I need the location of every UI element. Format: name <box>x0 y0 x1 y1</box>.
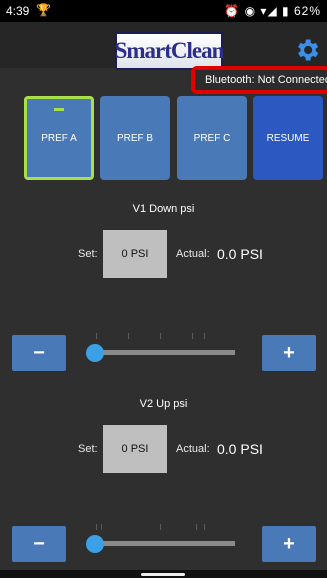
trophy-icon: 🏆 <box>36 3 51 17</box>
battery-percent: 62% <box>293 4 321 18</box>
v2-setting-row: Set: 0 PSI Actual: 0.0 PSI <box>0 425 327 473</box>
app-logo: SmartClean <box>115 32 224 70</box>
v1-slider-tick <box>160 333 161 339</box>
v2-set-value-button[interactable]: 0 PSI <box>103 425 167 473</box>
resume-label: RESUME <box>266 132 310 144</box>
v2-slider-tick <box>196 524 197 530</box>
v2-slider-tick <box>160 524 161 530</box>
v1-slider-tick <box>192 333 193 339</box>
v2-plus-button[interactable]: + <box>262 526 316 562</box>
pref-a-button[interactable]: PREF A <box>24 96 94 180</box>
bluetooth-status-banner: Bluetooth: Not Connected <box>191 66 327 94</box>
v2-title: V2 Up psi <box>139 398 188 410</box>
preference-buttons: PREF A PREF B PREF C RESUME <box>0 96 327 182</box>
home-gesture-pill[interactable] <box>141 573 185 576</box>
v2-set-label: Set: <box>78 443 98 455</box>
v1-set-value-button[interactable]: 0 PSI <box>103 230 167 278</box>
v1-actual-label: Actual: <box>176 248 210 260</box>
resume-button[interactable]: RESUME <box>253 96 323 180</box>
v2-actual-label: Actual: <box>176 443 210 455</box>
v1-title: V1 Down psi <box>132 203 195 215</box>
v1-plus-button[interactable]: + <box>262 335 316 371</box>
v2-actual-value: 0.0 PSI <box>217 441 263 457</box>
gear-icon[interactable] <box>293 36 321 64</box>
v1-actual-value: 0.0 PSI <box>217 246 263 262</box>
v2-slider-thumb[interactable] <box>86 535 104 553</box>
status-icons: ⏰ ◉ ▾◢ ▮ 62% <box>224 4 321 18</box>
v1-setting-row: Set: 0 PSI Actual: 0.0 PSI <box>0 230 327 278</box>
v1-minus-button[interactable]: − <box>12 335 66 371</box>
status-glyphs: ⏰ ◉ ▾◢ ▮ <box>224 4 290 18</box>
pref-a-label: PREF A <box>41 132 77 144</box>
v2-minus-button[interactable]: − <box>12 526 66 562</box>
v2-slider-tick <box>96 524 97 530</box>
selected-indicator <box>54 108 64 111</box>
pref-b-label: PREF B <box>116 132 154 144</box>
pref-c-label: PREF C <box>193 132 231 144</box>
pref-b-button[interactable]: PREF B <box>100 96 170 180</box>
navigation-bar <box>0 570 327 578</box>
status-bar: 4:39 🏆 ⏰ ◉ ▾◢ ▮ 62% <box>0 0 327 22</box>
v1-set-label: Set: <box>78 248 98 260</box>
app-header: SmartClean <box>0 22 327 70</box>
pref-c-button[interactable]: PREF C <box>177 96 247 180</box>
v1-slider-tick <box>204 333 205 339</box>
v1-slider-tick <box>96 333 97 339</box>
status-time: 4:39 <box>6 4 30 18</box>
v2-slider-tick <box>101 524 102 530</box>
v1-slider-thumb[interactable] <box>86 344 104 362</box>
v2-slider-tick <box>204 524 205 530</box>
v1-slider-tick <box>128 333 129 339</box>
v1-slider-track[interactable] <box>95 350 235 355</box>
v2-slider-track[interactable] <box>95 541 235 546</box>
